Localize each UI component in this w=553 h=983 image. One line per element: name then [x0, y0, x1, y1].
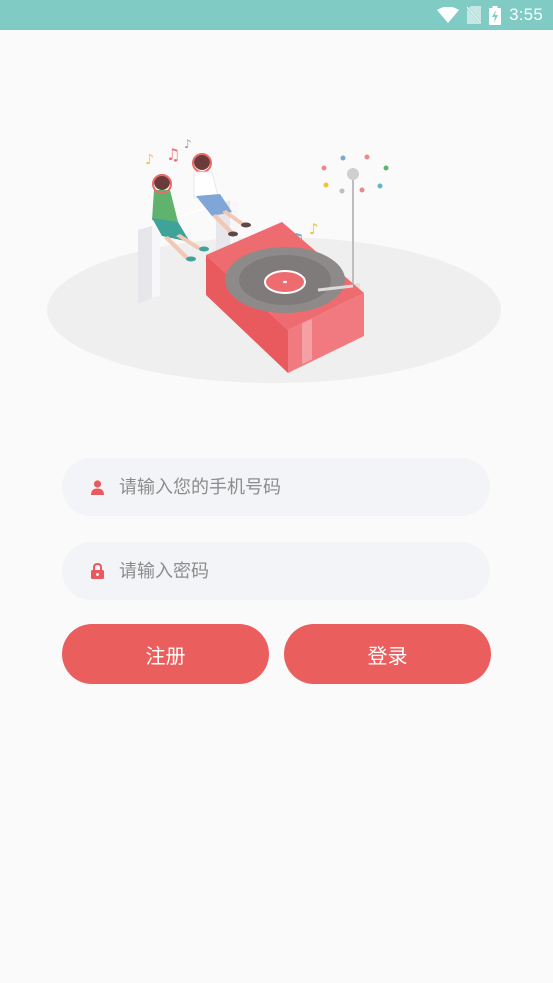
record-player-illustration-icon: ♪ ♫ ♪ ♩ ♫ ♪: [40, 130, 510, 390]
password-field[interactable]: [62, 542, 490, 600]
no-sim-icon: [467, 6, 482, 24]
phone-input[interactable]: [119, 476, 459, 498]
wifi-icon: [437, 7, 460, 23]
password-input[interactable]: [119, 560, 459, 582]
phone-field[interactable]: [62, 458, 490, 516]
status-icons: 3:55: [437, 0, 543, 30]
svg-text:♪: ♪: [184, 137, 192, 151]
svg-text:♪: ♪: [309, 220, 319, 238]
login-button[interactable]: 登录: [284, 624, 491, 684]
battery-charging-icon: [489, 5, 502, 25]
svg-text:♫: ♫: [166, 145, 180, 164]
status-bar: 3:55: [0, 0, 553, 30]
register-button[interactable]: 注册: [62, 624, 269, 684]
user-icon: [90, 479, 104, 495]
svg-text:♪: ♪: [145, 152, 154, 168]
lock-icon: [90, 563, 104, 579]
status-time: 3:55: [509, 5, 543, 24]
